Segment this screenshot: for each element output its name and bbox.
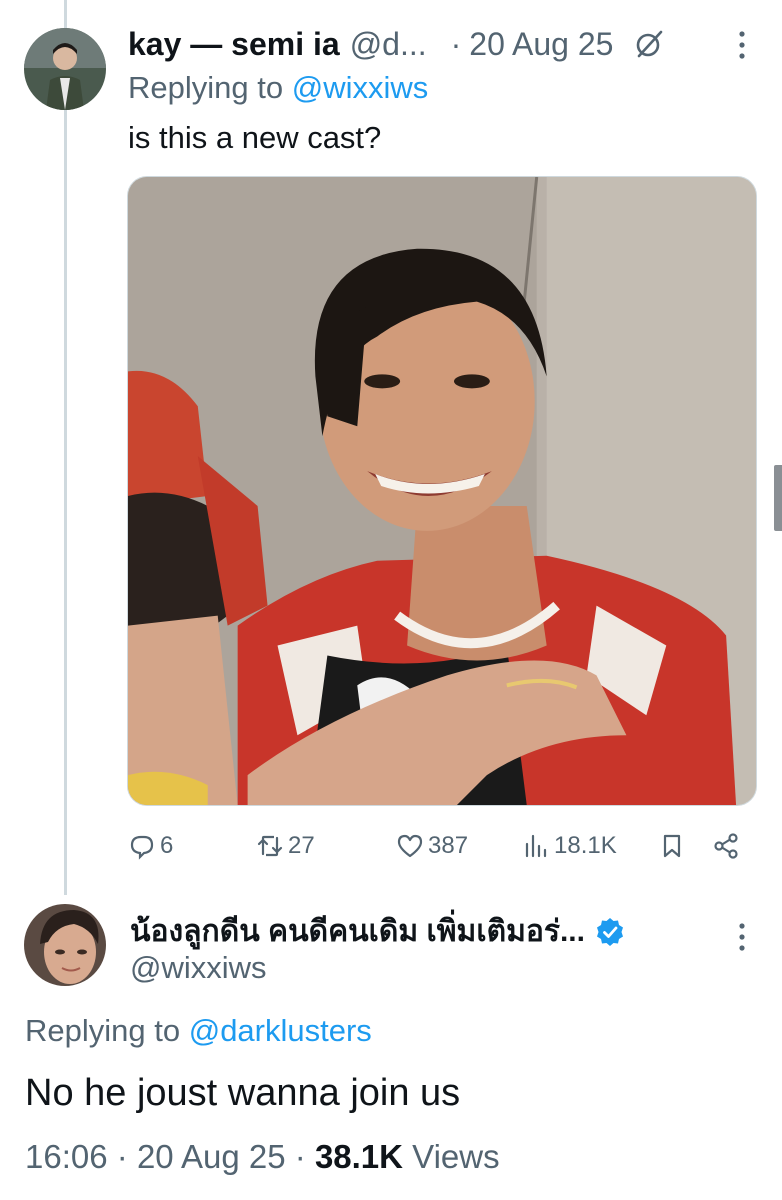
reply-action-button[interactable]: 6 xyxy=(128,826,173,866)
like-icon xyxy=(397,834,423,858)
main-author-avatar[interactable] xyxy=(24,904,106,986)
more-icon[interactable] xyxy=(738,30,746,60)
reply-tweet-actions: 6 27 387 18.1K xyxy=(128,826,758,866)
main-tweet-time[interactable]: 16:06 xyxy=(25,1138,108,1175)
meta-separator: · xyxy=(116,1138,128,1175)
reply-author-avatar[interactable] xyxy=(24,28,106,110)
reply-tweet-text: is this a new cast? xyxy=(128,120,382,155)
bookmark-action-button[interactable] xyxy=(658,826,690,866)
more-icon[interactable] xyxy=(738,922,746,952)
main-tweet-text: No he joust wanna join us xyxy=(25,1072,461,1114)
main-author-handle[interactable]: @wixxiws xyxy=(130,950,267,986)
replying-mention-link[interactable]: @wixxiws xyxy=(292,70,429,105)
retweet-count: 27 xyxy=(288,832,315,859)
bookmark-icon xyxy=(663,834,681,858)
reply-tweet-date[interactable]: 20 Aug 25 xyxy=(469,26,613,63)
main-views-label: Views xyxy=(412,1138,500,1175)
share-action-button[interactable] xyxy=(712,826,744,866)
main-views-count: 38.1K xyxy=(314,1138,403,1175)
grok-icon[interactable] xyxy=(633,28,665,60)
main-author-name[interactable]: น้องลูกดีน คนดีคนเดิม เพิ่มเติมอร่... xyxy=(130,908,585,955)
header-separator: · xyxy=(450,25,462,62)
replying-prefix: Replying to xyxy=(128,70,284,105)
views-count: 18.1K xyxy=(554,832,617,859)
retweet-action-button[interactable]: 27 xyxy=(256,826,315,866)
retweet-icon xyxy=(257,835,283,857)
reply-count: 6 xyxy=(160,832,174,859)
share-icon xyxy=(714,833,738,859)
reply-replying-to: Replying to @wixxiws xyxy=(128,70,428,106)
main-author-name-row: น้องลูกดีน คนดีคนเดิม เพิ่มเติมอร่... xyxy=(130,908,625,955)
reply-icon xyxy=(130,835,154,860)
like-action-button[interactable]: 387 xyxy=(396,826,468,866)
meta-separator: · xyxy=(294,1138,306,1175)
tweet-media-photo[interactable] xyxy=(127,176,757,806)
reply-tweet-header: kay — semi ia @d... · 20 Aug 25 xyxy=(128,22,762,66)
replying-prefix: Replying to xyxy=(25,1013,181,1048)
verified-icon[interactable] xyxy=(595,917,625,947)
main-replying-to: Replying to @darklusters xyxy=(25,1013,372,1049)
replying-mention-link[interactable]: @darklusters xyxy=(189,1013,372,1048)
reply-author-handle[interactable]: @d... xyxy=(350,26,427,63)
views-action-button[interactable]: 18.1K xyxy=(522,826,617,866)
main-tweet-date[interactable]: 20 Aug 25 xyxy=(137,1138,286,1175)
thread-connector-line xyxy=(64,0,67,895)
views-icon xyxy=(525,834,547,858)
scrollbar-thumb[interactable] xyxy=(774,465,782,531)
reply-author-name[interactable]: kay — semi ia xyxy=(128,26,340,63)
main-tweet-meta: 16:06 · 20 Aug 25 · 38.1K Views xyxy=(25,1138,500,1176)
like-count: 387 xyxy=(428,832,469,859)
